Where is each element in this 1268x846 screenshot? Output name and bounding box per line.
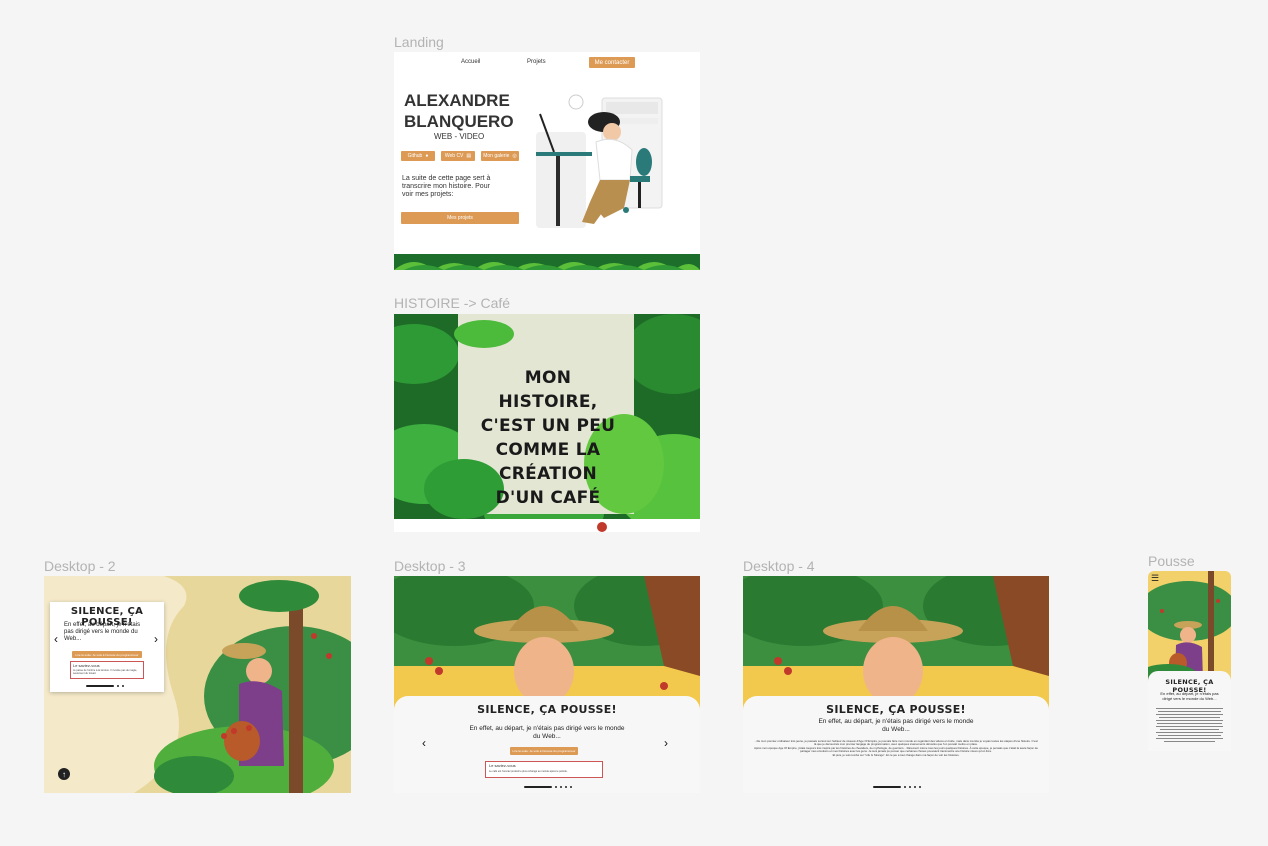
story-title: SILENCE, ÇA POUSSE! [826,703,966,716]
desktop-4-frame[interactable]: SILENCE, ÇA POUSSE! En effet, au départ,… [743,576,1049,793]
nav-projets[interactable]: Projets [527,59,546,65]
quote-line-2: C'EST UN PEU [480,416,616,436]
webcv-chip-label: Web CV [444,153,464,159]
story-card: SILENCE, ÇA POUSSE! En effet, au départ,… [50,602,164,692]
frame-label-desktop-3: Desktop - 3 [394,558,466,574]
projects-button[interactable]: Mes projets [401,212,519,224]
story-body-3: Et puis, je suis tombé sur "Life Is Stra… [832,752,960,757]
read-more-button[interactable]: Lire la suite: Je suis à l'écoute du pro… [72,651,142,658]
frame-label-desktop-2: Desktop - 2 [44,558,116,574]
github-chip-label: Github [407,153,423,159]
story-body-placeholder [1156,708,1223,751]
read-more-button[interactable]: Lire la suite: Je suis à l'écoute du pro… [510,747,578,755]
quote-line-1: MON HISTOIRE, [498,368,598,412]
story-quote: MON HISTOIRE, C'EST UN PEU COMME LA CRÉA… [474,366,622,510]
story-panel: SILENCE, ÇA POUSSE! En effet, au départ,… [394,696,700,793]
did-you-know-text: Je passe de l'ombre à la lumière. Il n'e… [73,669,138,675]
intro-text: La suite de cette page sert à transcrire… [402,175,491,198]
hero-name-line2: BLANQUERO [404,112,514,131]
github-chip[interactable]: Github ● [401,151,435,161]
did-you-know-box: Le saviez-vous Je passe de l'ombre à la … [70,661,144,679]
globe-icon: ◎ [512,153,517,159]
leaf-border-bottom [394,254,700,270]
nav-contact-button[interactable]: Me contacter [589,57,635,68]
did-you-know-box: Le saviez-vous Le café est l'ouvrier pro… [485,761,603,778]
text-lines [1156,708,1223,742]
hero-subtitle: WEB - VIDEO [434,132,485,141]
gallery-chip[interactable]: Mon galerie ◎ [481,151,519,161]
desktop-2-frame[interactable]: SILENCE, ÇA POUSSE! En effet, au départ,… [44,576,351,793]
story-panel: SILENCE, ÇA POUSSE! En effet, au départ,… [743,696,1049,793]
did-you-know-title: Le saviez-vous [73,663,100,668]
quote-line-4: CRÉATION [498,464,598,484]
story-title: SILENCE, ÇA POUSSE! [477,703,617,716]
carousel-dots[interactable] [524,786,572,788]
story-body: ...De mon premier ordinateur très jeune,… [753,739,1039,757]
desktop-3-frame[interactable]: SILENCE, ÇA POUSSE! En effet, au départ,… [394,576,700,793]
did-you-know-text: Le café est l'ouvrier produit le plus éc… [489,770,568,773]
prev-arrow-icon[interactable]: ‹ [422,736,426,750]
story-panel: SILENCE, ÇA POUSSE! En effet, au départ,… [1148,671,1231,751]
prev-arrow-icon[interactable]: ‹ [54,632,58,646]
next-arrow-icon[interactable]: › [664,736,668,750]
gallery-chip-label: Mon galerie [483,153,510,159]
story-text: En effet, au départ, je n'étais pas diri… [1160,691,1219,701]
frame-label-pousse: Pousse [1148,553,1195,569]
frame-label-histoire: HISTOIRE -> Café [394,295,511,311]
hamburger-menu-icon[interactable]: ☰ [1151,574,1159,583]
story-text: En effet, au départ, je n'étais pas diri… [64,622,141,642]
carousel-dots[interactable] [86,685,124,687]
nav-accueil[interactable]: Accueil [461,59,480,65]
pousse-mobile-frame[interactable]: ☰ SILENCE, ÇA POUSSE! En effet, au dépar… [1148,571,1231,751]
farmer-mobile-illustration [1148,571,1231,681]
histoire-frame[interactable]: MON HISTOIRE, C'EST UN PEU COMME LA CRÉA… [394,314,700,532]
next-arrow-icon[interactable]: › [154,632,158,646]
hero-name-line1: ALEXANDRE [404,91,510,110]
quote-line-5: D'UN CAFÉ [495,488,601,508]
scroll-top-icon[interactable]: ↑ [58,768,70,780]
github-icon: ● [425,153,429,159]
landing-frame[interactable]: Accueil Projets Me contacter ALEXANDRE B… [394,52,700,270]
story-text: En effet, au départ, je n'étais pas diri… [469,725,625,740]
story-text: En effet, au départ, je n'étais pas diri… [818,718,974,733]
did-you-know-title: Le saviez-vous [489,763,516,768]
document-icon: ▤ [466,153,472,159]
frame-label-desktop-4: Desktop - 4 [743,558,815,574]
carousel-dots[interactable] [873,786,921,788]
quote-line-3: COMME LA [495,440,601,460]
frame-label-landing: Landing [394,34,444,50]
webcv-chip[interactable]: Web CV ▤ [441,151,475,161]
developer-illustration [534,92,666,232]
